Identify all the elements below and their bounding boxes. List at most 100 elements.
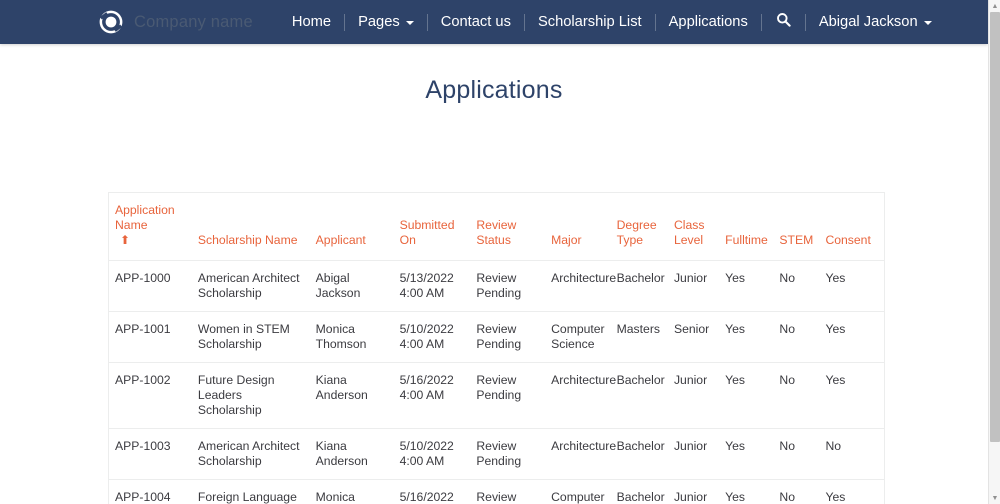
cell-submitted-on: 5/10/2022 4:00 AM — [394, 429, 471, 480]
cell-application-name: APP-1000 — [109, 261, 192, 312]
cell-review-status: Review Pending — [470, 429, 545, 480]
column-header-degree-type-label: Degree Type — [617, 218, 662, 248]
column-header-scholarship-name[interactable]: Scholarship Name — [192, 193, 310, 261]
cell-degree-type: Bachelor — [611, 363, 668, 429]
column-header-submitted-on-label: Submitted On — [400, 218, 465, 248]
cell-stem: No — [773, 429, 819, 480]
column-header-class-level-label: Class Level — [674, 218, 713, 248]
cell-fulltime: Yes — [719, 312, 773, 363]
table-row[interactable]: APP-1000 American Architect Scholarship … — [109, 261, 884, 312]
cell-scholarship-name: Foreign Language Scholarship — [192, 480, 310, 504]
chevron-down-icon — [406, 21, 414, 25]
table-header-row: Application Name⬆ Scholarship Name Appli… — [109, 193, 884, 261]
column-header-submitted-on[interactable]: Submitted On — [394, 193, 471, 261]
cell-scholarship-name: American Architect Scholarship — [192, 429, 310, 480]
nav-item-applications-label: Applications — [669, 0, 748, 44]
nav-item-contact-us[interactable]: Contact us — [428, 0, 524, 44]
cell-applicant: Monica Thomson — [310, 312, 394, 363]
chevron-down-icon — [924, 21, 932, 25]
brand-name-text: Company name — [134, 13, 253, 32]
account-menu[interactable]: Abigal Jackson — [806, 0, 945, 44]
page-scrollbar[interactable]: ▲ ▼ — [988, 0, 1000, 504]
brand-logo-link[interactable]: Company name — [98, 0, 253, 44]
scrollbar-up-arrow-icon[interactable]: ▲ — [989, 0, 1000, 12]
column-header-stem-label: STEM — [779, 233, 813, 248]
cell-class-level: Junior — [668, 261, 719, 312]
cell-major: Architecture — [545, 429, 611, 480]
column-header-consent[interactable]: Consent — [819, 193, 884, 261]
nav-item-contact-us-label: Contact us — [441, 0, 511, 44]
column-header-application-name[interactable]: Application Name⬆ — [109, 193, 192, 261]
cell-consent: Yes — [819, 480, 884, 504]
cell-applicant: Abigal Jackson — [310, 261, 394, 312]
search-icon — [776, 12, 791, 32]
cell-scholarship-name: American Architect Scholarship — [192, 261, 310, 312]
cell-scholarship-name: Future Design Leaders Scholarship — [192, 363, 310, 429]
table-row[interactable]: APP-1002 Future Design Leaders Scholarsh… — [109, 363, 884, 429]
nav-item-pages-label: Pages — [358, 0, 400, 44]
column-header-stem[interactable]: STEM — [773, 193, 819, 261]
cell-degree-type: Bachelor — [611, 261, 668, 312]
cell-class-level: Junior — [668, 480, 719, 504]
primary-nav-links: Home Pages Contact us Scholarship List A… — [279, 0, 945, 44]
cell-major: Computer Science — [545, 480, 611, 504]
scrollbar-down-arrow-icon[interactable]: ▼ — [989, 492, 1000, 504]
cell-consent: Yes — [819, 261, 884, 312]
cell-application-name: APP-1001 — [109, 312, 192, 363]
search-button[interactable] — [762, 0, 805, 44]
nav-item-home[interactable]: Home — [279, 0, 344, 44]
table-row[interactable]: APP-1001 Women in STEM Scholarship Monic… — [109, 312, 884, 363]
cell-applicant: Kiana Anderson — [310, 429, 394, 480]
cell-fulltime: Yes — [719, 363, 773, 429]
column-header-review-status[interactable]: Review Status — [470, 193, 545, 261]
column-header-application-name-label: Application Name — [115, 203, 186, 233]
cell-stem: No — [773, 261, 819, 312]
cell-submitted-on: 5/16/2022 4:00 AM — [394, 363, 471, 429]
account-menu-label: Abigal Jackson — [819, 0, 918, 44]
cell-stem: No — [773, 480, 819, 504]
cell-review-status: Review Pending — [470, 312, 545, 363]
top-navigation-bar: Company name Home Pages Contact us Schol… — [0, 0, 988, 44]
table-row[interactable]: APP-1003 American Architect Scholarship … — [109, 429, 884, 480]
column-header-review-status-label: Review Status — [476, 218, 539, 248]
page-viewport: Company name Home Pages Contact us Schol… — [0, 0, 988, 504]
column-header-class-level[interactable]: Class Level — [668, 193, 719, 261]
cell-class-level: Junior — [668, 363, 719, 429]
sort-ascending-arrow-icon: ⬆ — [120, 234, 130, 246]
cell-applicant: Kiana Anderson — [310, 363, 394, 429]
cell-major: Architecture — [545, 363, 611, 429]
cell-fulltime: Yes — [719, 429, 773, 480]
table-body: APP-1000 American Architect Scholarship … — [109, 261, 884, 504]
scrollbar-thumb[interactable] — [990, 12, 1000, 442]
cell-degree-type: Bachelor — [611, 429, 668, 480]
cell-consent: Yes — [819, 363, 884, 429]
column-header-degree-type[interactable]: Degree Type — [611, 193, 668, 261]
applications-table-container: Application Name⬆ Scholarship Name Appli… — [108, 192, 885, 504]
cell-submitted-on: 5/10/2022 4:00 AM — [394, 312, 471, 363]
cell-application-name: APP-1002 — [109, 363, 192, 429]
nav-item-applications[interactable]: Applications — [656, 0, 761, 44]
column-header-consent-label: Consent — [825, 233, 878, 248]
column-header-major[interactable]: Major — [545, 193, 611, 261]
cell-degree-type: Bachelor — [611, 480, 668, 504]
cell-applicant: Monica Thomson — [310, 480, 394, 504]
cell-stem: No — [773, 363, 819, 429]
table-header: Application Name⬆ Scholarship Name Appli… — [109, 193, 884, 261]
column-header-fulltime[interactable]: Fulltime — [719, 193, 773, 261]
nav-item-scholarship-list[interactable]: Scholarship List — [525, 0, 655, 44]
nav-item-home-label: Home — [292, 0, 331, 44]
cell-fulltime: Yes — [719, 261, 773, 312]
cell-stem: No — [773, 312, 819, 363]
cell-class-level: Senior — [668, 312, 719, 363]
column-header-fulltime-label: Fulltime — [725, 233, 767, 248]
cell-application-name: APP-1004 — [109, 480, 192, 504]
column-header-major-label: Major — [551, 233, 605, 248]
nav-item-pages[interactable]: Pages — [345, 0, 427, 44]
applications-table: Application Name⬆ Scholarship Name Appli… — [109, 193, 884, 504]
column-header-applicant-label: Applicant — [316, 233, 388, 248]
cell-major: Architecture — [545, 261, 611, 312]
column-header-applicant[interactable]: Applicant — [310, 193, 394, 261]
cell-consent: No — [819, 429, 884, 480]
table-row[interactable]: APP-1004 Foreign Language Scholarship Mo… — [109, 480, 884, 504]
cell-fulltime: Yes — [719, 480, 773, 504]
